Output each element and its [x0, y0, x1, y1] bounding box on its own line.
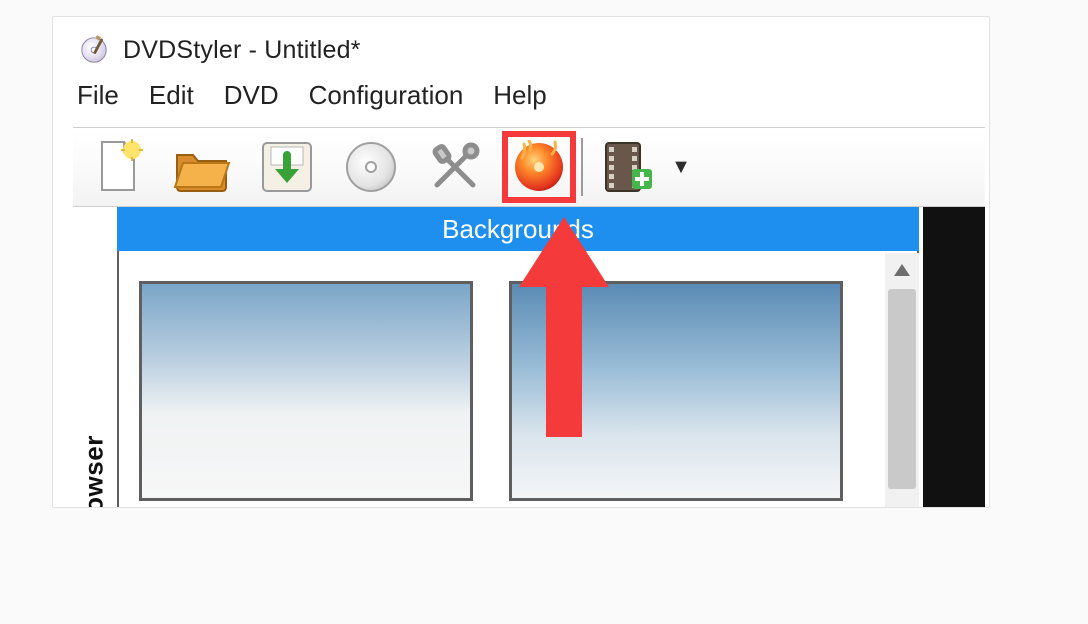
dropdown-caret-icon: ▼ [671, 156, 691, 179]
background-thumb-1[interactable] [139, 281, 473, 501]
burn-disc-button[interactable] [497, 128, 581, 206]
save-icon [259, 139, 315, 195]
scroll-up-icon[interactable] [885, 253, 919, 287]
burn-disc-icon [512, 140, 566, 194]
add-video-icon [602, 139, 654, 195]
menu-edit[interactable]: Edit [149, 80, 194, 111]
open-folder-icon [173, 141, 233, 193]
background-thumbnails [139, 281, 843, 501]
toolbar-separator [581, 138, 583, 196]
save-button[interactable] [245, 128, 329, 206]
menu-configuration[interactable]: Configuration [309, 80, 464, 111]
disc-settings-icon [343, 139, 399, 195]
app-icon [79, 35, 109, 65]
new-file-button[interactable] [77, 128, 161, 206]
add-video-button[interactable] [589, 128, 667, 206]
menu-bar: File Edit DVD Configuration Help [73, 73, 985, 127]
background-thumb-2[interactable] [509, 281, 843, 501]
menu-help[interactable]: Help [493, 80, 546, 111]
scrollbar-thumb[interactable] [888, 289, 916, 489]
menu-dvd[interactable]: DVD [224, 80, 279, 111]
menu-file[interactable]: File [77, 80, 119, 111]
title-bar: DVDStyler - Untitled* [73, 27, 985, 73]
backgrounds-header-label: Backgrounds [442, 214, 594, 245]
options-button[interactable] [413, 128, 497, 206]
preview-dark-area [923, 207, 985, 507]
add-video-dropdown[interactable]: ▼ [667, 156, 695, 179]
disc-settings-button[interactable] [329, 128, 413, 206]
app-window-frame: DVDStyler - Untitled* File Edit DVD Conf… [52, 16, 990, 508]
sidebar-tab-label: browser [79, 435, 110, 508]
options-icon [427, 139, 483, 195]
backgrounds-scrollbar[interactable] [885, 253, 919, 507]
open-button[interactable] [161, 128, 245, 206]
backgrounds-header: Backgrounds [117, 207, 919, 251]
app-window-inner: DVDStyler - Untitled* File Edit DVD Conf… [73, 27, 985, 507]
sidebar-tab[interactable]: browser [73, 253, 115, 507]
content-area: browser Backgrounds [73, 207, 985, 507]
new-file-icon [94, 138, 144, 196]
toolbar: ▼ [73, 127, 985, 207]
window-title: DVDStyler - Untitled* [123, 36, 361, 65]
